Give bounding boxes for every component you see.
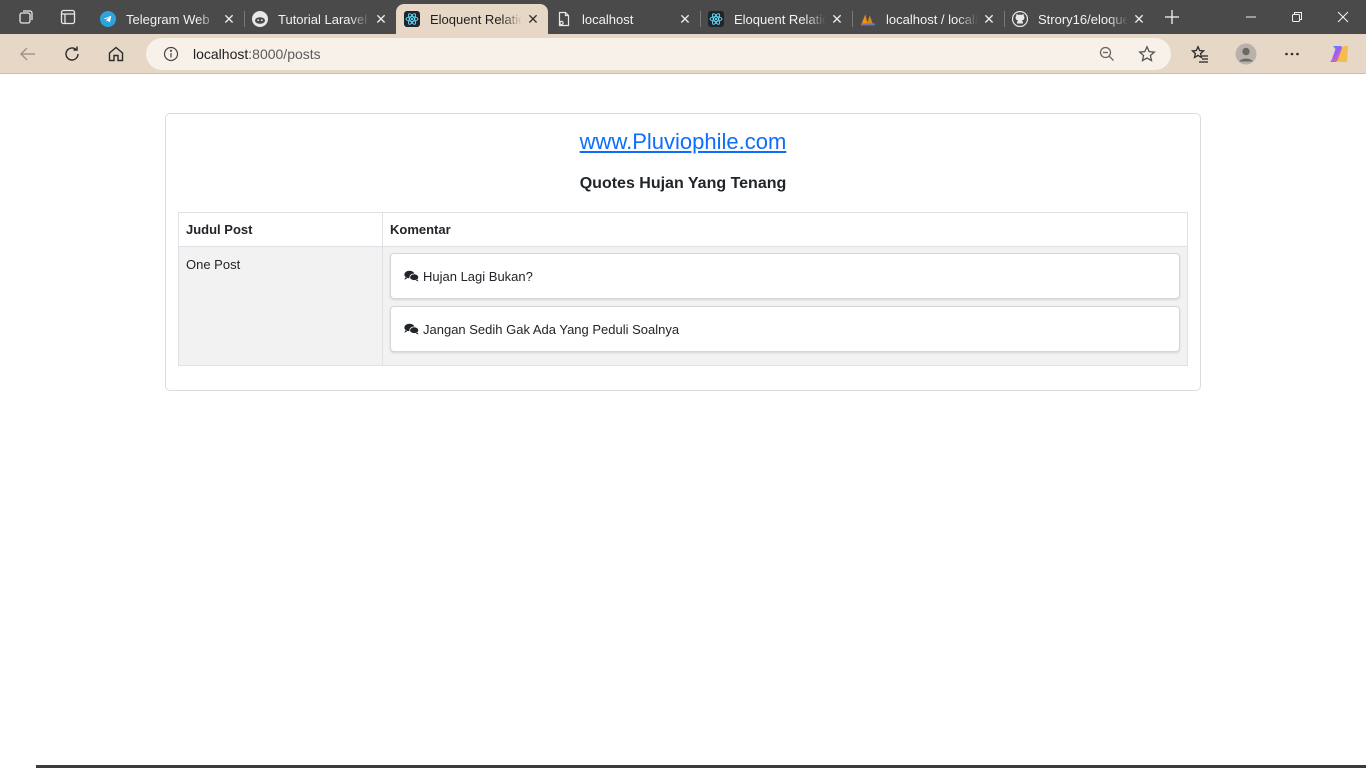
restore-icon — [1292, 12, 1302, 22]
settings-more-button[interactable] — [1276, 38, 1308, 70]
copilot-icon — [1329, 46, 1348, 62]
favorites-button[interactable] — [1184, 38, 1216, 70]
page-icon — [556, 11, 572, 27]
telegram-icon — [100, 11, 116, 27]
workspaces-icon — [19, 10, 33, 24]
reload-icon — [65, 46, 79, 61]
favorite-star-icon[interactable] — [1135, 42, 1159, 66]
comment-card: Jangan Sedih Gak Ada Yang Peduli Soalnya — [390, 306, 1180, 352]
restore-button[interactable] — [1274, 0, 1320, 34]
tab-title: Eloquent Relationships — [734, 11, 826, 27]
browser-toolbar: localhost:8000/posts — [0, 34, 1366, 74]
phpmyadmin-icon — [860, 11, 876, 27]
zoom-icon[interactable] — [1095, 42, 1119, 66]
new-tab-button[interactable] — [1152, 0, 1192, 34]
close-icon — [1337, 11, 1349, 23]
home-button[interactable] — [100, 38, 132, 70]
plus-icon — [1165, 10, 1179, 24]
tab-tutorial-laravel[interactable]: Tutorial Laravel Eloquent ✕ — [244, 4, 396, 34]
react-icon — [404, 11, 420, 27]
column-header-comments: Komentar — [382, 212, 1188, 247]
comments-icon — [404, 322, 419, 336]
comments-cell: Hujan Lagi Bukan? Jangan Sedih Gak Ada Y… — [382, 246, 1188, 366]
column-header-title: Judul Post — [178, 212, 383, 247]
tab-strip: Telegram Web ✕ Tutorial Laravel Eloquent… — [0, 0, 1366, 34]
comment-card: Hujan Lagi Bukan? — [390, 253, 1180, 299]
minimize-button[interactable] — [1228, 0, 1274, 34]
favorites-list-icon — [1191, 45, 1208, 63]
tab-title: Strory16/eloquent — [1038, 11, 1128, 27]
tab-title: localhost / localhost — [886, 11, 978, 27]
minimize-icon — [1246, 16, 1256, 18]
address-bar[interactable]: localhost:8000/posts — [146, 38, 1171, 70]
home-icon — [108, 46, 124, 62]
url-path: :8000/posts — [248, 46, 321, 62]
posts-card: www.Pluviophile.com Quotes Hujan Yang Te… — [165, 113, 1201, 391]
close-window-button[interactable] — [1320, 0, 1366, 34]
vertical-tabs-icon — [60, 9, 76, 25]
table-row: One Post Hujan Lagi Bukan? Jangan Sedih … — [178, 246, 1188, 366]
tab-phpmyadmin[interactable]: localhost / localhost ✕ — [852, 4, 1005, 34]
close-tab-icon[interactable]: ✕ — [370, 8, 392, 30]
tab-eloquent-active[interactable]: Eloquent Relationships ✕ — [396, 4, 548, 34]
reload-button[interactable] — [56, 38, 88, 70]
more-dots-icon — [1285, 52, 1299, 56]
close-tab-icon[interactable]: ✕ — [218, 8, 240, 30]
workspaces-button[interactable] — [6, 0, 46, 34]
close-tab-icon[interactable]: ✕ — [826, 8, 848, 30]
page-subtitle: Quotes Hujan Yang Tenang — [579, 175, 787, 192]
arrow-left-icon — [20, 47, 35, 61]
table-header-row: Judul Post Komentar — [178, 212, 1188, 247]
tab-telegram[interactable]: Telegram Web ✕ — [92, 4, 245, 34]
copilot-button[interactable] — [1322, 38, 1354, 70]
close-tab-icon[interactable]: ✕ — [674, 8, 696, 30]
tab-github[interactable]: Strory16/eloquent ✕ — [1004, 4, 1154, 34]
reddit-icon — [252, 11, 268, 27]
back-button[interactable] — [12, 38, 44, 70]
github-icon — [1012, 11, 1028, 27]
avatar-icon — [1235, 43, 1257, 65]
profile-button[interactable] — [1230, 38, 1262, 70]
site-link[interactable]: www.Pluviophile.com — [166, 129, 1200, 155]
comments-icon — [404, 269, 419, 283]
posts-table: Judul Post Komentar One Post Hujan Lagi … — [178, 212, 1188, 366]
address-url[interactable]: localhost:8000/posts — [193, 46, 321, 62]
tab-title: Telegram Web — [126, 11, 210, 27]
comment-text: Hujan Lagi Bukan? — [423, 268, 533, 284]
tab-title: localhost — [582, 11, 634, 27]
tab-title: Tutorial Laravel Eloquent — [278, 11, 370, 27]
url-host: localhost — [193, 46, 249, 62]
post-title-cell: One Post — [178, 246, 383, 366]
tab-actions-button[interactable] — [48, 0, 88, 34]
close-tab-icon[interactable]: ✕ — [978, 8, 1000, 30]
comment-text: Jangan Sedih Gak Ada Yang Peduli Soalnya — [423, 321, 680, 337]
react-icon — [708, 11, 724, 27]
close-tab-icon[interactable]: ✕ — [1128, 8, 1150, 30]
close-tab-icon[interactable]: ✕ — [522, 8, 544, 30]
tab-eloquent[interactable]: Eloquent Relationships ✕ — [700, 4, 853, 34]
tab-title: Eloquent Relationships — [430, 11, 522, 27]
tab-localhost[interactable]: localhost ✕ — [548, 4, 701, 34]
site-info-icon[interactable] — [161, 44, 181, 64]
